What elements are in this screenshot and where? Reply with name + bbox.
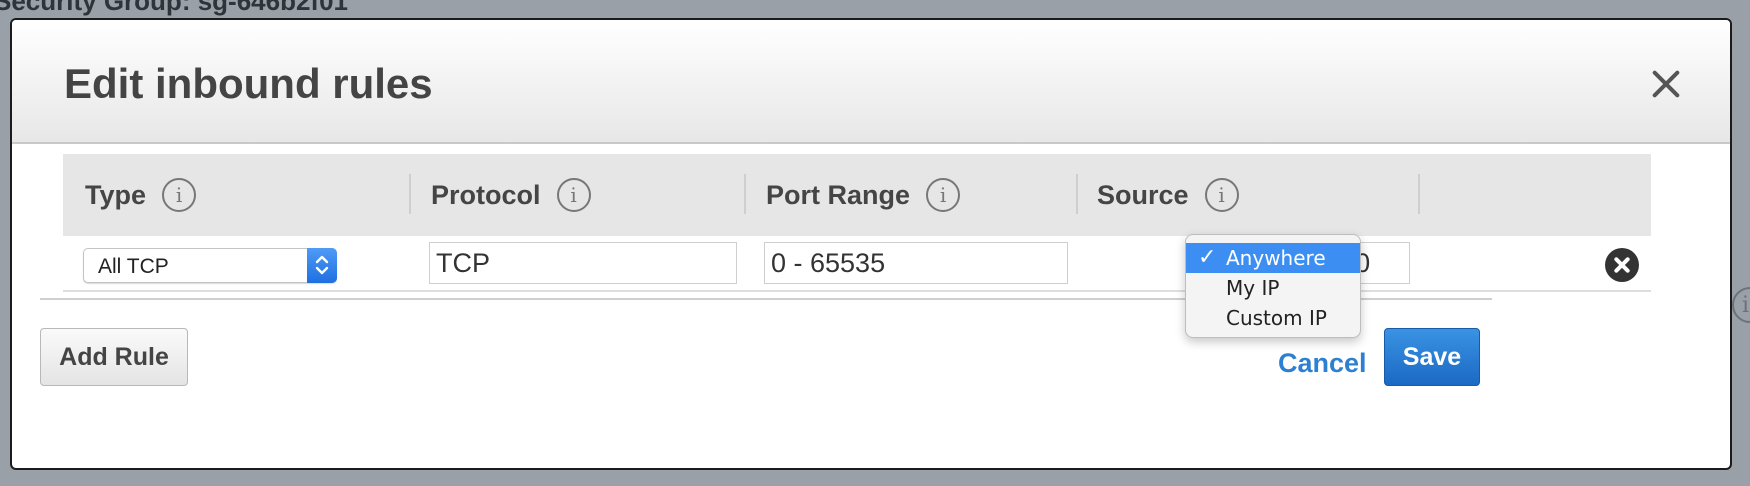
type-select-value: All TCP xyxy=(98,255,169,278)
info-icon[interactable]: i xyxy=(926,178,961,212)
column-label: Port Range xyxy=(766,179,911,210)
background-page-title: Security Group: sg-646b2f01 xyxy=(0,0,348,16)
protocol-field[interactable]: TCP xyxy=(429,242,737,284)
type-select[interactable]: All TCP xyxy=(83,248,337,283)
column-label: Protocol xyxy=(431,179,541,210)
background-info-icon: i xyxy=(1732,287,1750,323)
menu-item-label: My IP xyxy=(1226,276,1280,300)
table-row: All TCP TCP 0 - 65535 0.0.0.0/0 xyxy=(63,236,1651,292)
column-header-source: Source i xyxy=(1097,154,1239,236)
source-option-custom-ip[interactable]: Custom IP xyxy=(1186,303,1360,333)
save-button[interactable]: Save xyxy=(1384,328,1480,386)
column-label: Type xyxy=(85,179,147,210)
column-header-port-range: Port Range i xyxy=(766,154,961,236)
menu-item-label: Custom IP xyxy=(1226,306,1327,330)
edit-inbound-rules-modal: Edit inbound rules Type i Protocol i Por… xyxy=(10,18,1732,470)
column-divider xyxy=(1076,174,1078,214)
column-divider xyxy=(409,174,411,214)
close-icon[interactable] xyxy=(1646,64,1686,104)
info-icon[interactable]: i xyxy=(1204,178,1239,212)
column-divider xyxy=(744,174,746,214)
menu-item-label: Anywhere xyxy=(1226,246,1326,270)
modal-header: Edit inbound rules xyxy=(12,20,1730,144)
column-label: Source xyxy=(1097,179,1189,210)
source-option-my-ip[interactable]: My IP xyxy=(1186,273,1360,303)
rules-table: Type i Protocol i Port Range i Source i … xyxy=(63,154,1651,292)
port-range-field[interactable]: 0 - 65535 xyxy=(764,242,1068,284)
column-header-type: Type i xyxy=(85,154,197,236)
add-rule-button[interactable]: Add Rule xyxy=(40,328,188,386)
info-icon[interactable]: i xyxy=(556,178,591,212)
source-dropdown-menu: ✓ Anywhere My IP Custom IP xyxy=(1185,234,1361,338)
select-stepper-icon[interactable] xyxy=(307,248,337,283)
cancel-link[interactable]: Cancel xyxy=(1278,348,1367,379)
source-option-anywhere[interactable]: ✓ Anywhere xyxy=(1186,243,1360,273)
info-icon[interactable]: i xyxy=(162,178,197,212)
modal-title: Edit inbound rules xyxy=(64,60,433,107)
column-divider xyxy=(1418,174,1420,214)
remove-circle-icon[interactable] xyxy=(1605,248,1639,282)
checkmark-icon: ✓ xyxy=(1198,245,1217,270)
column-header-protocol: Protocol i xyxy=(431,154,591,236)
table-header: Type i Protocol i Port Range i Source i xyxy=(63,154,1651,236)
